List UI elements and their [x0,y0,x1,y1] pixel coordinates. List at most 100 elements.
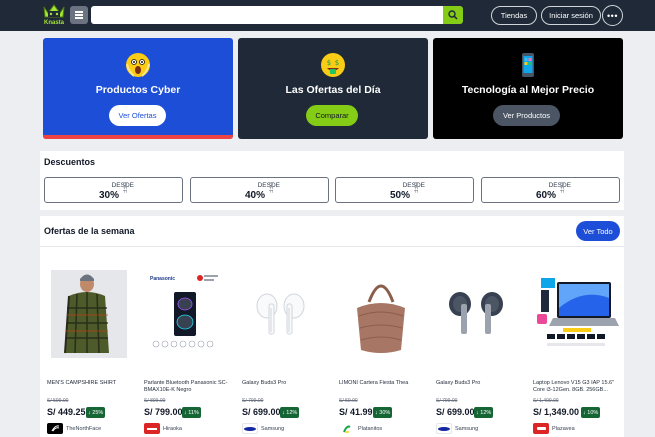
discount-badge: ↓ 25% [86,407,106,418]
ofertas-title: Ofertas de la semana [44,226,135,236]
divider [40,246,624,247]
product-name[interactable]: Galaxy Buds3 Pro [242,380,332,387]
banner-title: Productos Cyber [95,84,181,96]
product-name[interactable]: LIMONI Cartera Fiesta Thea [339,380,429,387]
product-name[interactable]: Laptop Lenovo V15 G3 IAP 15.6" Core i3-1… [533,380,623,394]
menu-button[interactable] [70,6,88,24]
descuentos-title: Descuentos [44,157,96,167]
off-label: OFF [412,182,418,193]
store-name: Samsung [455,425,479,432]
platanitos-logo-icon [339,423,355,434]
samsung-logo-icon [242,423,258,434]
hiraoka-logo-icon [144,423,160,434]
discount-40-button[interactable]: DESDE 40% OFF [190,177,329,203]
product-name[interactable]: Parlante Bluetooth Panasonic SC-BMAX10E-… [144,380,234,394]
current-price: S/ 449.25 [47,407,86,417]
logo-text: Knasta [43,20,64,26]
login-button[interactable]: Iniciar sesión [541,6,601,25]
store-info[interactable]: TheNorthFace [47,423,101,434]
product-image[interactable] [436,268,526,360]
old-price: S/ 899.00 [144,398,166,404]
product-card[interactable]: Galaxy Buds3 Pro S/ 799.00 S/ 699.00 ↓ 1… [436,268,526,437]
discount-badge: ↓ 11% [182,407,201,418]
product-image[interactable] [242,268,332,360]
discount-value: 12% [286,409,298,416]
product-name[interactable]: MEN'S CAMPSHIRE SHIRT [47,380,137,387]
banner-tecnologia[interactable]: Tecnología al Mejor Precio Ver Productos [433,38,623,139]
knasta-logo[interactable]: Knasta [40,3,68,29]
thenorthface-logo-icon [47,423,63,434]
store-name: Hiraoka [163,425,182,432]
store-name: Platanitos [358,425,383,432]
store-info[interactable]: Hiraoka [144,423,182,434]
svg-text:Panasonic: Panasonic [150,276,175,282]
product-card[interactable]: Panasonic Parlante Bluetooth Panasonic S… [144,268,234,437]
discount-value: 25% [92,409,104,416]
banner-title: Tecnología al Mejor Precio [461,84,595,96]
product-name[interactable]: Galaxy Buds3 Pro [436,380,526,387]
discount-30-button[interactable]: DESDE 30% OFF [44,177,183,203]
discount-value: 11% [188,409,199,416]
comparar-button[interactable]: Comparar [306,105,358,126]
store-name: Plazavea [552,425,575,432]
tiendas-button[interactable]: Tiendas [491,6,537,25]
discount-percent: 30% [98,190,119,201]
discount-badge: ↓ 12% [280,407,300,418]
svg-text:$: $ [335,59,339,67]
store-info[interactable]: Samsung [436,423,478,434]
product-image[interactable] [47,268,137,360]
store-info[interactable]: Platanitos [339,423,382,434]
old-price: S/ 799.00 [242,398,264,404]
scream-emoji-icon [43,52,233,78]
product-card[interactable]: MEN'S CAMPSHIRE SHIRT S/ 599.00 S/ 449.2… [47,268,137,437]
samsung-logo-icon [436,423,452,434]
old-price: S/ 599.00 [47,398,69,404]
banner-ofertas-del-dia[interactable]: $ $ Las Ofertas del Día Comparar [238,38,428,139]
top-header: Knasta Tiendas Iniciar sesión ••• [0,0,655,31]
discount-value: 12% [480,409,492,416]
product-card[interactable]: Laptop Lenovo V15 G3 IAP 15.6" Core i3-1… [533,268,623,437]
product-image[interactable]: Panasonic [144,268,234,360]
plazavea-logo-icon [533,423,549,434]
product-image[interactable] [533,268,623,360]
money-mouth-emoji-icon: $ $ [238,52,428,78]
store-info[interactable]: Plazavea [533,423,575,434]
search-button[interactable] [443,6,463,24]
crown-icon [43,4,65,18]
off-label: OFF [121,182,127,193]
discount-badge: ↓ 30% [373,407,393,418]
banner-productos-cyber[interactable]: Productos Cyber Ver Ofertas [43,38,233,139]
mobile-phone-icon [433,52,623,78]
search-icon [448,10,458,20]
current-price: S/ 41.99 [339,407,373,417]
store-name: TheNorthFace [66,425,102,432]
ver-productos-button[interactable]: Ver Productos [493,105,560,126]
svg-text:$: $ [327,59,331,67]
search-input[interactable] [91,6,443,24]
banner-accent-stripe [43,135,233,139]
current-price: S/ 699.00 [242,407,281,417]
discount-badge: ↓ 12% [474,407,494,418]
store-name: Samsung [261,425,285,432]
discount-percent: 60% [535,190,556,201]
product-image[interactable] [339,268,429,360]
ellipsis-icon[interactable]: ••• [602,5,623,26]
ver-todo-button[interactable]: Ver Todo [576,221,620,241]
discount-badge: ↓ 10% [581,407,601,418]
discount-percent: 40% [244,190,265,201]
old-price: S/ 799.00 [436,398,458,404]
banner-title: Las Ofertas del Día [285,84,381,96]
ver-ofertas-button[interactable]: Ver Ofertas [109,105,166,126]
discount-value: 10% [587,409,599,416]
current-price: S/ 799.00 [144,407,183,417]
store-info[interactable]: Samsung [242,423,284,434]
current-price: S/ 1,349.00 [533,407,580,417]
hamburger-icon [75,14,83,16]
discount-50-button[interactable]: DESDE 50% OFF [335,177,474,203]
current-price: S/ 699.00 [436,407,475,417]
product-card[interactable]: LIMONI Cartera Fiesta Thea S/ 59.90 S/ 4… [339,268,429,437]
product-card[interactable]: Galaxy Buds3 Pro S/ 799.00 S/ 699.00 ↓ 1… [242,268,332,437]
off-label: OFF [267,182,273,193]
discount-60-button[interactable]: DESDE 60% OFF [481,177,620,203]
discount-percent: 50% [389,190,410,201]
